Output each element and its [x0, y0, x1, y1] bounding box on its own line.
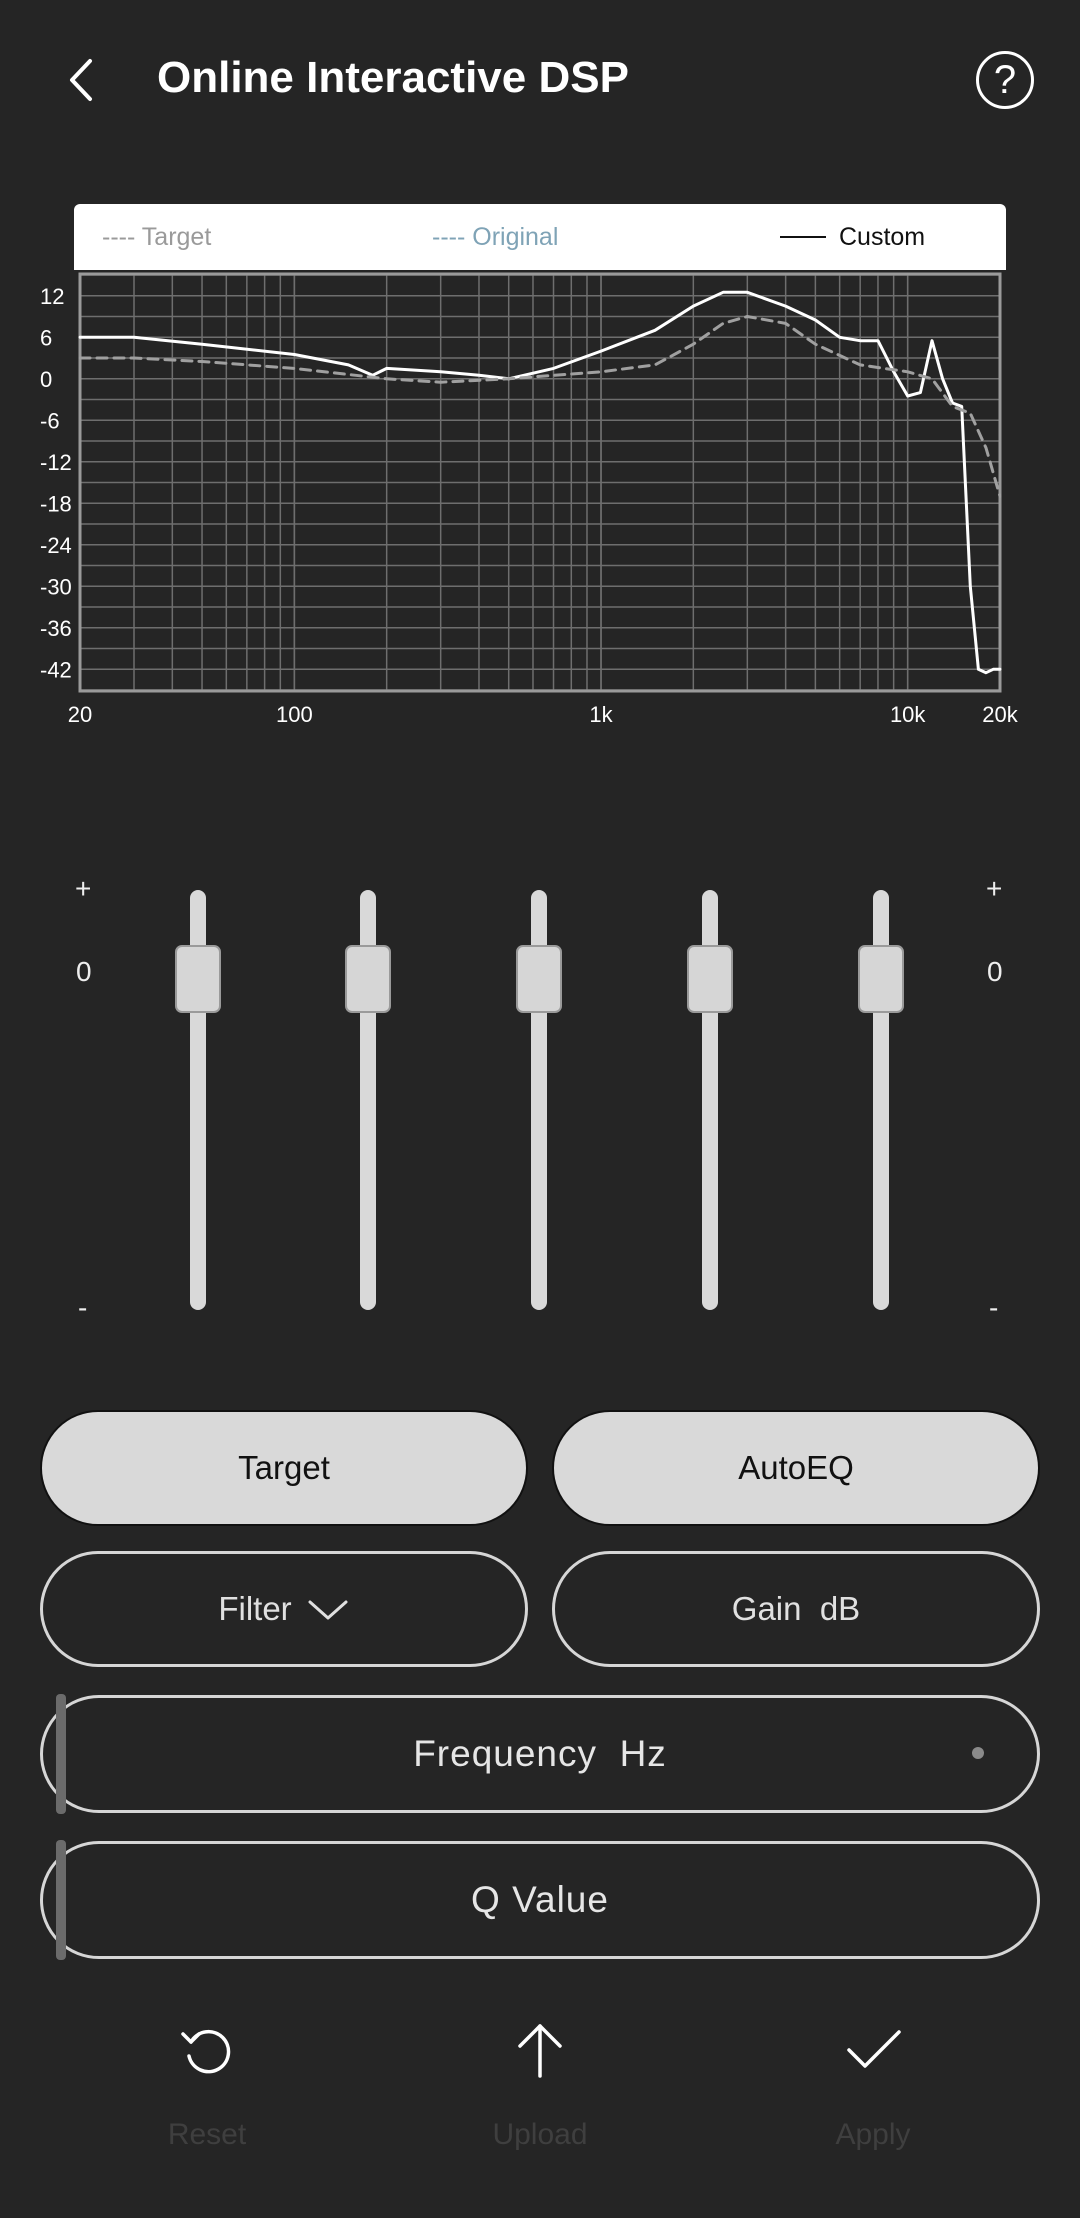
y-tick-label: -6: [40, 408, 60, 433]
x-tick-label: 10k: [890, 702, 926, 727]
x-tick-label: 1k: [589, 702, 613, 727]
eq-zero-right: 0: [987, 956, 1003, 987]
chart-grid: [79, 274, 1001, 691]
eq-zero-left: 0: [76, 956, 92, 987]
eq-band-1-thumb[interactable]: [175, 945, 221, 1013]
gain-label: Gain dB: [731, 1590, 861, 1627]
y-axis-ticks: 12 6 0 -6 -12 -18 -24 -30 -36 -42: [40, 284, 72, 683]
q-value-label: Q Value: [471, 1879, 609, 1920]
back-button[interactable]: [40, 40, 120, 120]
x-tick-label: 20: [68, 702, 92, 727]
filter-dropdown[interactable]: Filter: [40, 1551, 528, 1667]
q-value-slider-handle[interactable]: [56, 1840, 66, 1960]
back-arrow-icon: [70, 59, 92, 101]
x-axis-ticks: 20 100 1k 10k 20k: [68, 702, 1019, 727]
checkmark-icon: [847, 2030, 901, 2068]
y-tick-label: -36: [40, 616, 72, 641]
gain-field[interactable]: Gain dB: [552, 1551, 1040, 1667]
help-icon: ?: [993, 57, 1017, 102]
frequency-indicator-dot: [972, 1747, 984, 1759]
eq-band-4-thumb[interactable]: [687, 945, 733, 1013]
legend-custom[interactable]: Custom: [780, 222, 925, 252]
reset-button[interactable]: Reset: [107, 2020, 307, 2152]
legend-target[interactable]: ---- Target: [102, 222, 211, 252]
q-value-field[interactable]: Q Value: [40, 1841, 1040, 1959]
apply-label: Apply: [835, 2118, 911, 2151]
page-title: Online Interactive DSP: [157, 53, 629, 102]
y-tick-label: 12: [40, 284, 64, 309]
legend-custom-line: [780, 236, 826, 238]
frequency-response-chart[interactable]: 12 6 0 -6 -12 -18 -24 -30 -36 -42 20 100 1k 10k 20k: [0, 270, 1080, 740]
upload-label: Upload: [492, 2118, 588, 2151]
reset-label: Reset: [167, 2118, 247, 2151]
y-tick-label: -42: [40, 657, 72, 682]
upload-button[interactable]: Upload: [440, 2020, 640, 2152]
frequency-field[interactable]: Frequency Hz: [40, 1695, 1040, 1813]
y-tick-label: -24: [40, 533, 72, 558]
y-tick-label: -12: [40, 450, 72, 475]
apply-button[interactable]: Apply: [773, 2020, 973, 2152]
chart-legend: ---- Target ---- Original Custom: [74, 204, 1006, 270]
x-tick-label: 100: [276, 702, 313, 727]
y-tick-label: -30: [40, 574, 72, 599]
upload-arrow-icon: [518, 2024, 562, 2078]
y-tick-label: 0: [40, 367, 52, 392]
eq-band-3-thumb[interactable]: [516, 945, 562, 1013]
y-tick-label: 6: [40, 325, 52, 350]
eq-plus-left: +: [75, 873, 92, 904]
frequency-slider-handle[interactable]: [56, 1694, 66, 1814]
eq-plus-right: +: [986, 873, 1003, 904]
legend-custom-label: Custom: [839, 223, 926, 251]
autoeq-button-label: AutoEQ: [738, 1449, 854, 1486]
eq-band-2-thumb[interactable]: [345, 945, 391, 1013]
legend-original[interactable]: ---- Original: [432, 222, 558, 252]
chevron-down-icon: [308, 1600, 348, 1620]
eq-minus-right: -: [989, 1292, 999, 1323]
help-button[interactable]: ?: [976, 51, 1034, 109]
x-tick-label: 20k: [982, 702, 1018, 727]
reset-icon: [181, 2029, 231, 2074]
eq-minus-left: -: [78, 1292, 88, 1323]
series-line-target: [78, 315, 1002, 498]
eq-band-5-thumb[interactable]: [858, 945, 904, 1013]
autoeq-button[interactable]: AutoEQ: [552, 1410, 1040, 1526]
target-button[interactable]: Target: [40, 1410, 528, 1526]
target-button-label: Target: [238, 1449, 330, 1486]
filter-label: Filter: [218, 1590, 292, 1627]
y-tick-label: -18: [40, 491, 72, 516]
frequency-label: Frequency Hz: [413, 1733, 667, 1774]
